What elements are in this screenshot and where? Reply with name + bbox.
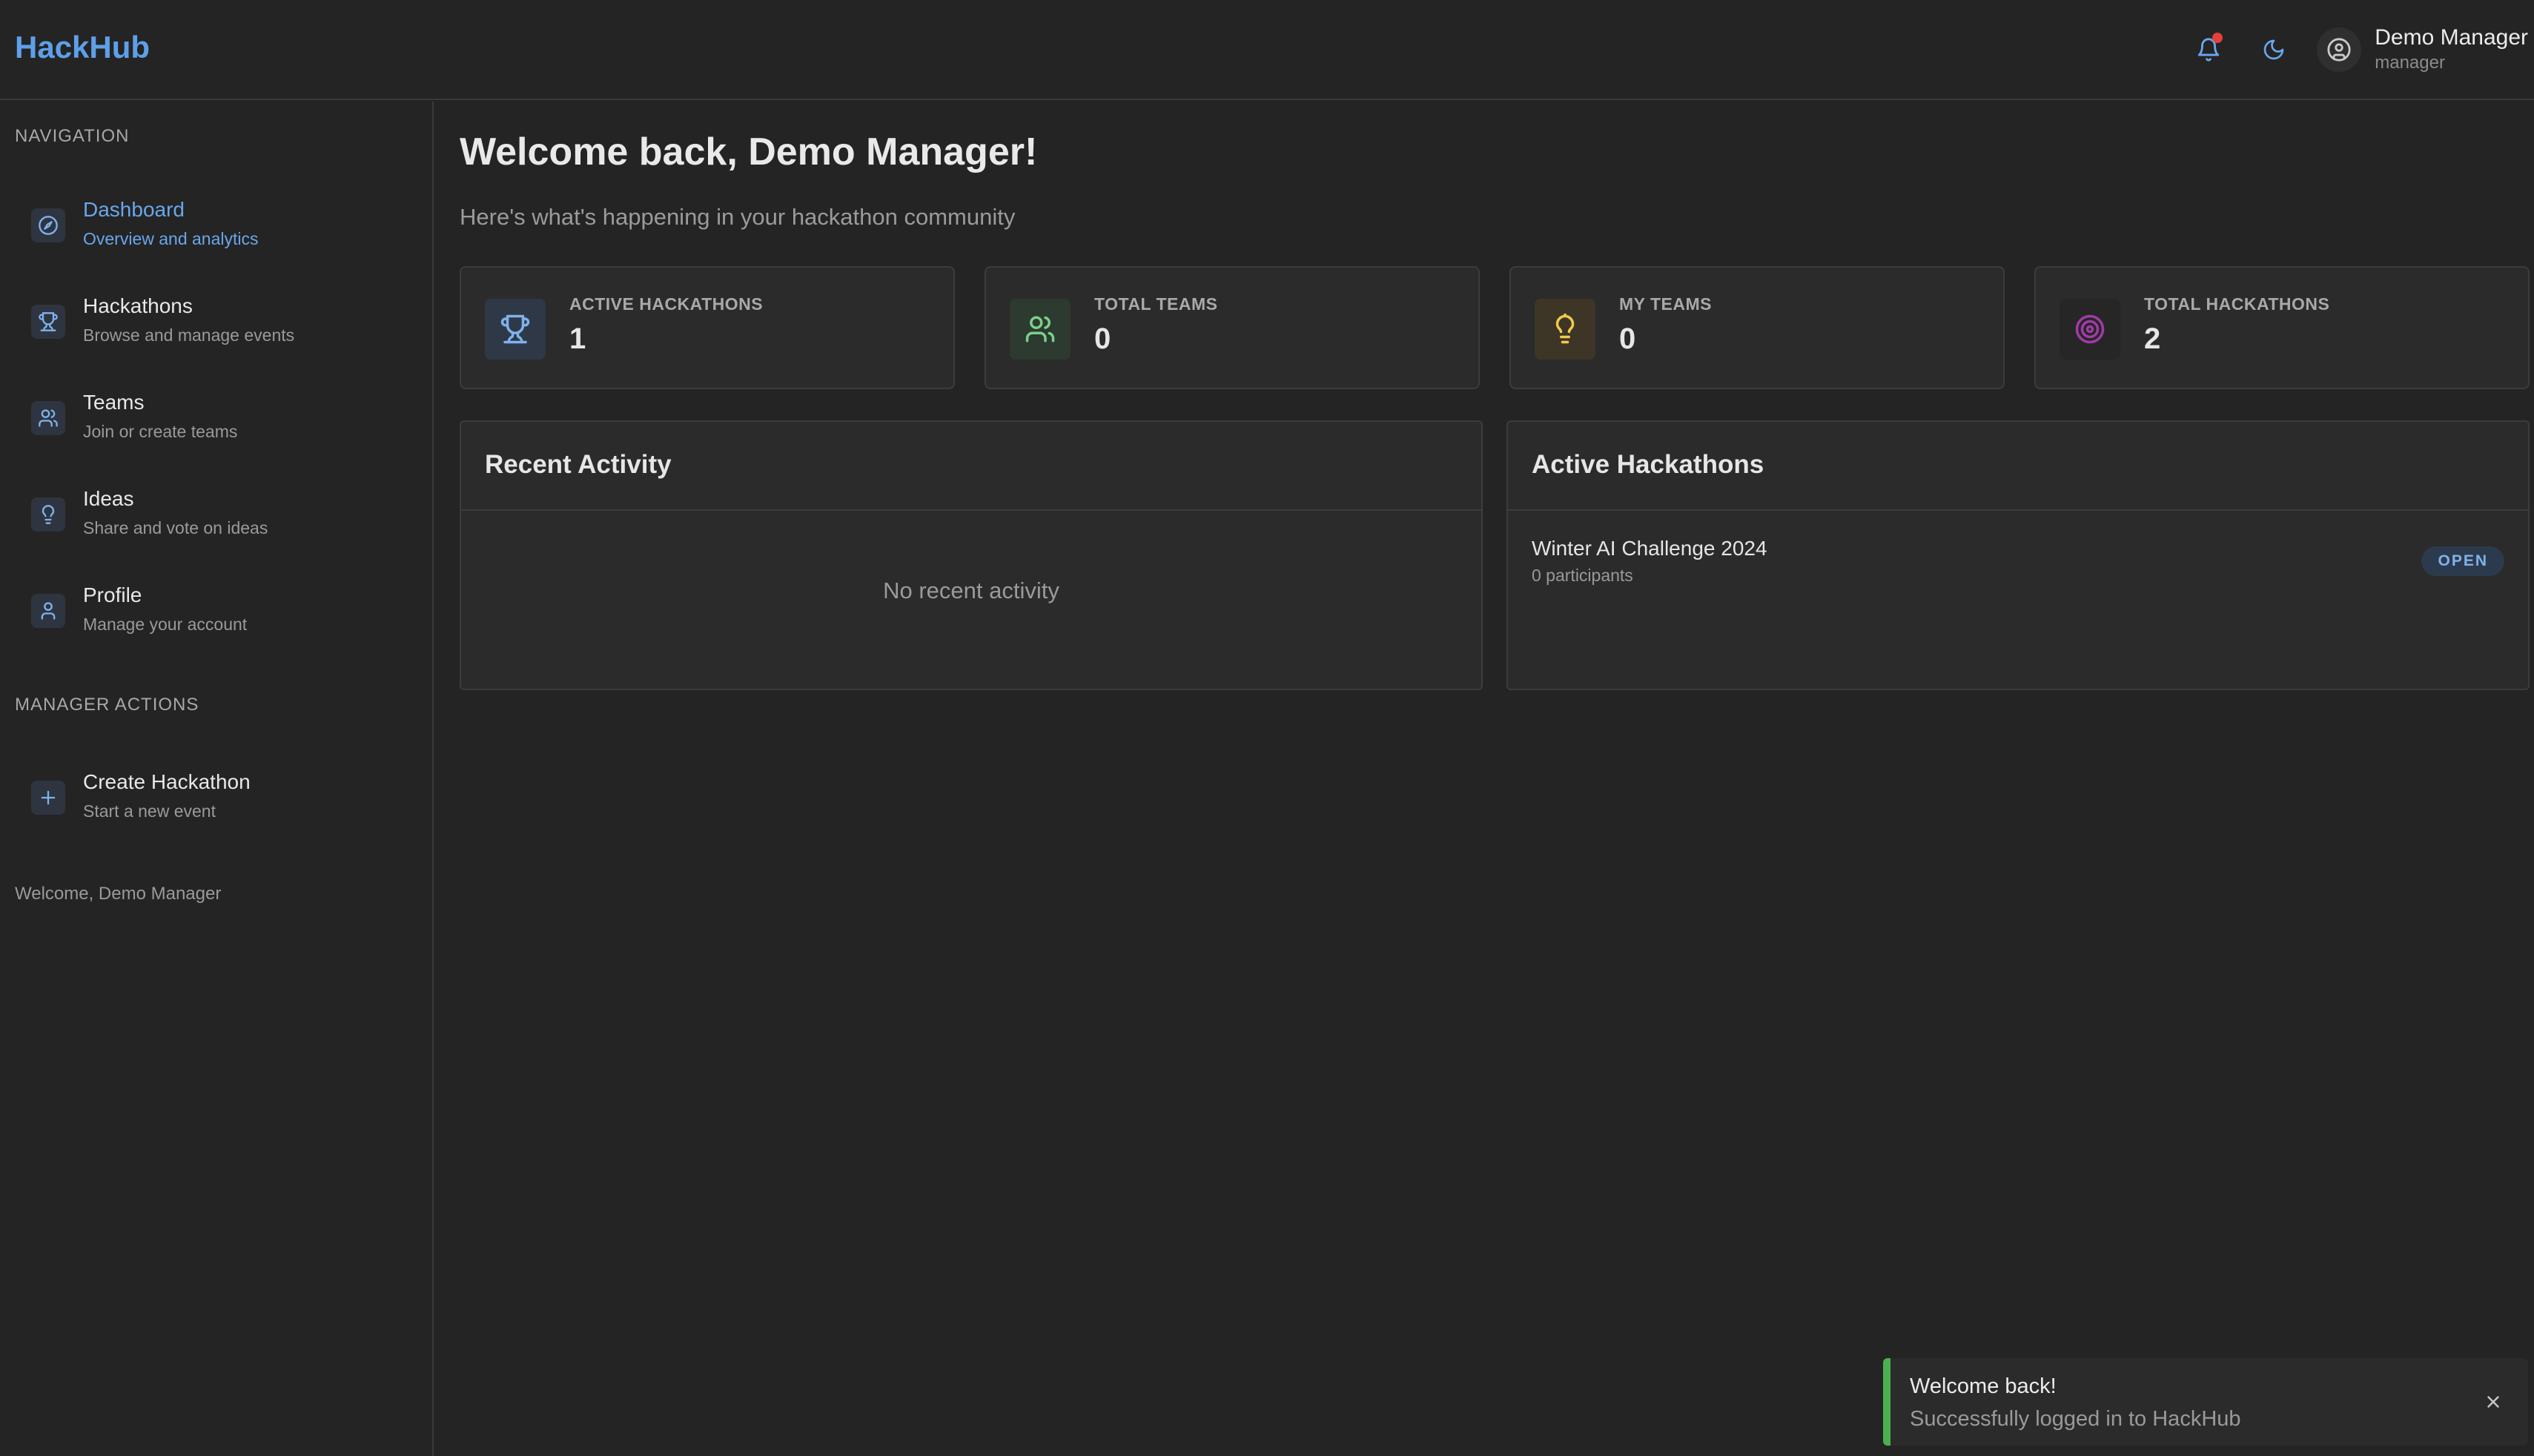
recent-activity-panel: Recent Activity No recent activity <box>460 420 1483 690</box>
status-badge: OPEN <box>2421 546 2504 576</box>
sidebar: NAVIGATION Dashboard Overview and analyt… <box>0 102 434 1456</box>
app-logo[interactable]: HackHub <box>15 30 150 65</box>
panel-header: Recent Activity <box>461 422 1481 511</box>
user-avatar-button[interactable] <box>2317 27 2362 72</box>
lightbulb-icon <box>1535 299 1595 360</box>
stat-card-active-hackathons: ACTIVE HACKATHONS 1 <box>460 266 955 389</box>
page-subtitle: Here's what's happening in your hackatho… <box>460 204 1016 230</box>
panel-title: Active Hackathons <box>1532 450 1764 479</box>
sidebar-item-title: Hackathons <box>83 294 193 317</box>
sidebar-item-subtitle: Join or create teams <box>83 422 238 441</box>
stat-value: 0 <box>1619 322 1636 355</box>
notifications-button[interactable] <box>2188 29 2229 70</box>
toast-notification: Welcome back! Successfully logged in to … <box>1883 1358 2528 1446</box>
sidebar-item-title: Ideas <box>83 487 134 510</box>
close-icon <box>2487 1396 2499 1408</box>
hackathon-name: Winter AI Challenge 2024 <box>1532 537 1767 560</box>
sidebar-item-dashboard[interactable]: Dashboard Overview and analytics <box>15 191 419 272</box>
active-hackathons-panel: Active Hackathons Winter AI Challenge 20… <box>1506 420 2530 690</box>
sidebar-item-subtitle: Share and vote on ideas <box>83 518 268 537</box>
sidebar-item-subtitle: Overview and analytics <box>83 229 259 248</box>
stat-value: 1 <box>569 322 586 355</box>
plus-icon <box>31 781 65 815</box>
sidebar-item-subtitle: Manage your account <box>83 615 248 634</box>
user-circle-icon <box>2327 38 2351 62</box>
stat-label: TOTAL TEAMS <box>1094 294 1218 314</box>
stat-label: MY TEAMS <box>1619 294 1712 314</box>
dashboard-icon <box>31 208 65 242</box>
sidebar-welcome-text: Welcome, Demo Manager <box>15 884 222 904</box>
theme-toggle-button[interactable] <box>2253 29 2295 70</box>
header-actions: Demo Manager manager <box>2188 16 2528 83</box>
toast-message: Successfully logged in to HackHub <box>1910 1407 2241 1431</box>
sidebar-item-title: Dashboard <box>83 198 185 221</box>
target-icon <box>2060 299 2120 360</box>
sidebar-item-teams[interactable]: Teams Join or create teams <box>15 383 419 465</box>
stat-card-total-teams: TOTAL TEAMS 0 <box>985 266 1480 389</box>
sidebar-item-create-hackathon[interactable]: Create Hackathon Start a new event <box>15 763 419 844</box>
lightbulb-icon <box>31 497 65 532</box>
stat-label: ACTIVE HACKATHONS <box>569 294 764 314</box>
user-role: manager <box>2375 53 2445 73</box>
sidebar-item-profile[interactable]: Profile Manage your account <box>15 576 419 658</box>
stat-card-my-teams: MY TEAMS 0 <box>1509 266 2005 389</box>
toast-accent-bar <box>1883 1358 1890 1446</box>
users-icon <box>31 401 65 435</box>
hackathon-participants: 0 participants <box>1532 566 1633 585</box>
trophy-icon <box>31 305 65 339</box>
user-icon <box>31 594 65 628</box>
sidebar-item-title: Teams <box>83 391 145 414</box>
panel-header: Active Hackathons <box>1508 422 2528 511</box>
toast-title: Welcome back! <box>1910 1374 2057 1398</box>
empty-state-text: No recent activity <box>883 578 1059 603</box>
user-info[interactable]: Demo Manager manager <box>2375 24 2528 75</box>
sidebar-item-ideas[interactable]: Ideas Share and vote on ideas <box>15 480 419 561</box>
moon-icon <box>2263 39 2284 60</box>
trophy-icon <box>485 299 546 360</box>
stat-value: 2 <box>2144 322 2161 355</box>
sidebar-item-subtitle: Start a new event <box>83 801 216 821</box>
top-bar: HackHub Demo Manager manager <box>0 0 2534 100</box>
sidebar-item-title: Create Hackathon <box>83 770 251 793</box>
sidebar-item-title: Profile <box>83 583 142 606</box>
stat-value: 0 <box>1094 322 1111 355</box>
users-icon <box>1010 299 1071 360</box>
user-name: Demo Manager <box>2375 25 2528 50</box>
sidebar-item-subtitle: Browse and manage events <box>83 325 295 345</box>
toast-close-button[interactable] <box>2481 1389 2506 1414</box>
panel-title: Recent Activity <box>485 450 672 479</box>
stat-label: TOTAL HACKATHONS <box>2144 294 2330 314</box>
stat-card-total-hackathons: TOTAL HACKATHONS 2 <box>2034 266 2530 389</box>
sidebar-item-hackathons[interactable]: Hackathons Browse and manage events <box>15 287 419 368</box>
manager-actions-section-label: MANAGER ACTIONS <box>15 695 199 715</box>
navigation-section-label: NAVIGATION <box>15 126 130 146</box>
page-title: Welcome back, Demo Manager! <box>460 130 1038 173</box>
